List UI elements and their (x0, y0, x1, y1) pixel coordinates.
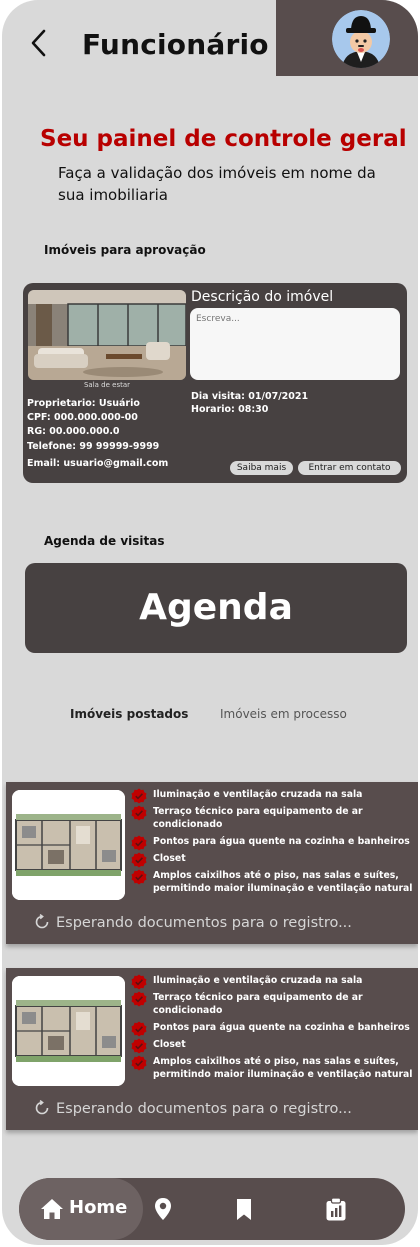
visit-info: Dia visita: 01/07/2021 Horario: 08:30 (191, 390, 308, 416)
schedule-section-label: Agenda de visitas (44, 534, 165, 548)
contact-button[interactable]: Entrar em contato (298, 461, 401, 475)
dashboard-subheadline: Faça a validação dos imóveis em nome da … (58, 164, 376, 204)
bottom-nav: Home (19, 1178, 405, 1240)
feature-item: Closet (131, 852, 416, 868)
feature-item: Iluminação e ventilação cruzada na sala (131, 788, 416, 804)
description-input[interactable] (190, 308, 400, 380)
floorplan-image (12, 790, 125, 900)
owner-rg: RG: 00.000.000.0 (27, 426, 120, 438)
check-badge-icon (131, 1038, 147, 1054)
feature-item: Pontos para água quente na cozinha e ban… (131, 1021, 416, 1037)
check-badge-icon (131, 1055, 147, 1071)
page-title: Funcionário (82, 28, 269, 61)
feature-item: Closet (131, 1038, 416, 1054)
property-card[interactable]: Iluminação e ventilação cruzada na sala … (6, 968, 418, 1130)
owner-cpf: CPF: 000.000.000-00 (27, 412, 138, 424)
bookmark-icon[interactable] (232, 1197, 256, 1221)
check-badge-icon (131, 991, 147, 1007)
feature-item: Iluminação e ventilação cruzada na sala (131, 974, 416, 990)
description-title: Descrição do imóvel (191, 289, 334, 305)
owner-email: Email: usuario@gmail.com (27, 458, 169, 469)
agenda-button[interactable]: Agenda (25, 563, 407, 653)
visit-date: Dia visita: 01/07/2021 (191, 391, 309, 402)
status-text: Esperando documentos para o registro... (34, 914, 352, 931)
feature-list: Iluminação e ventilação cruzada na sala … (131, 974, 416, 1085)
owner-info: Proprietario: Usuário CPF: 000.000.000-0… (27, 397, 159, 454)
learn-more-button[interactable]: Saiba mais (230, 461, 293, 475)
check-badge-icon (131, 805, 147, 821)
tab-posted-properties[interactable]: Imóveis postados (70, 707, 188, 721)
nav-home-button[interactable]: Home (19, 1178, 143, 1240)
living-room-photo (28, 290, 186, 380)
chevron-left-icon[interactable] (28, 28, 50, 58)
clipboard-chart-icon[interactable] (324, 1197, 348, 1221)
dashboard-headline: Seu painel de controle geral (40, 126, 407, 152)
visit-time: Horario: 08:30 (191, 404, 269, 415)
check-badge-icon (131, 852, 147, 868)
home-icon (41, 1199, 63, 1219)
owner-phone: Telefone: 99 99999-9999 (27, 440, 160, 452)
approval-section-label: Imóveis para aprovação (44, 243, 206, 257)
feature-item: Terraço técnico para equipamento de ar c… (131, 991, 416, 1017)
owner-name: Proprietario: Usuário (27, 398, 140, 409)
check-badge-icon (131, 869, 147, 885)
nav-home-label: Home (69, 1197, 128, 1218)
check-badge-icon (131, 1021, 147, 1037)
check-badge-icon (131, 788, 147, 804)
feature-item: Terraço técnico para equipamento de ar c… (131, 805, 416, 831)
refresh-icon (35, 914, 49, 929)
photo-caption: Sala de estar (83, 381, 131, 389)
feature-list: Iluminação e ventilação cruzada na sala … (131, 788, 416, 899)
approval-card: Sala de estar Proprietario: Usuário CPF:… (23, 283, 407, 483)
user-avatar-icon[interactable] (332, 10, 390, 68)
location-pin-icon[interactable] (151, 1197, 175, 1221)
phone-frame: Funcionário Seu painel de controle geral… (2, 0, 418, 1245)
feature-item: Amplos caixilhos até o piso, nas salas e… (131, 1055, 416, 1081)
check-badge-icon (131, 974, 147, 990)
status-text: Esperando documentos para o registro... (34, 1100, 352, 1117)
feature-item: Amplos caixilhos até o piso, nas salas e… (131, 869, 416, 895)
property-card[interactable]: Iluminação e ventilação cruzada na sala … (6, 782, 418, 944)
tab-properties-in-process[interactable]: Imóveis em processo (220, 707, 347, 721)
refresh-icon (35, 1100, 49, 1115)
feature-item: Pontos para água quente na cozinha e ban… (131, 835, 416, 851)
floorplan-image (12, 976, 125, 1086)
check-badge-icon (131, 835, 147, 851)
